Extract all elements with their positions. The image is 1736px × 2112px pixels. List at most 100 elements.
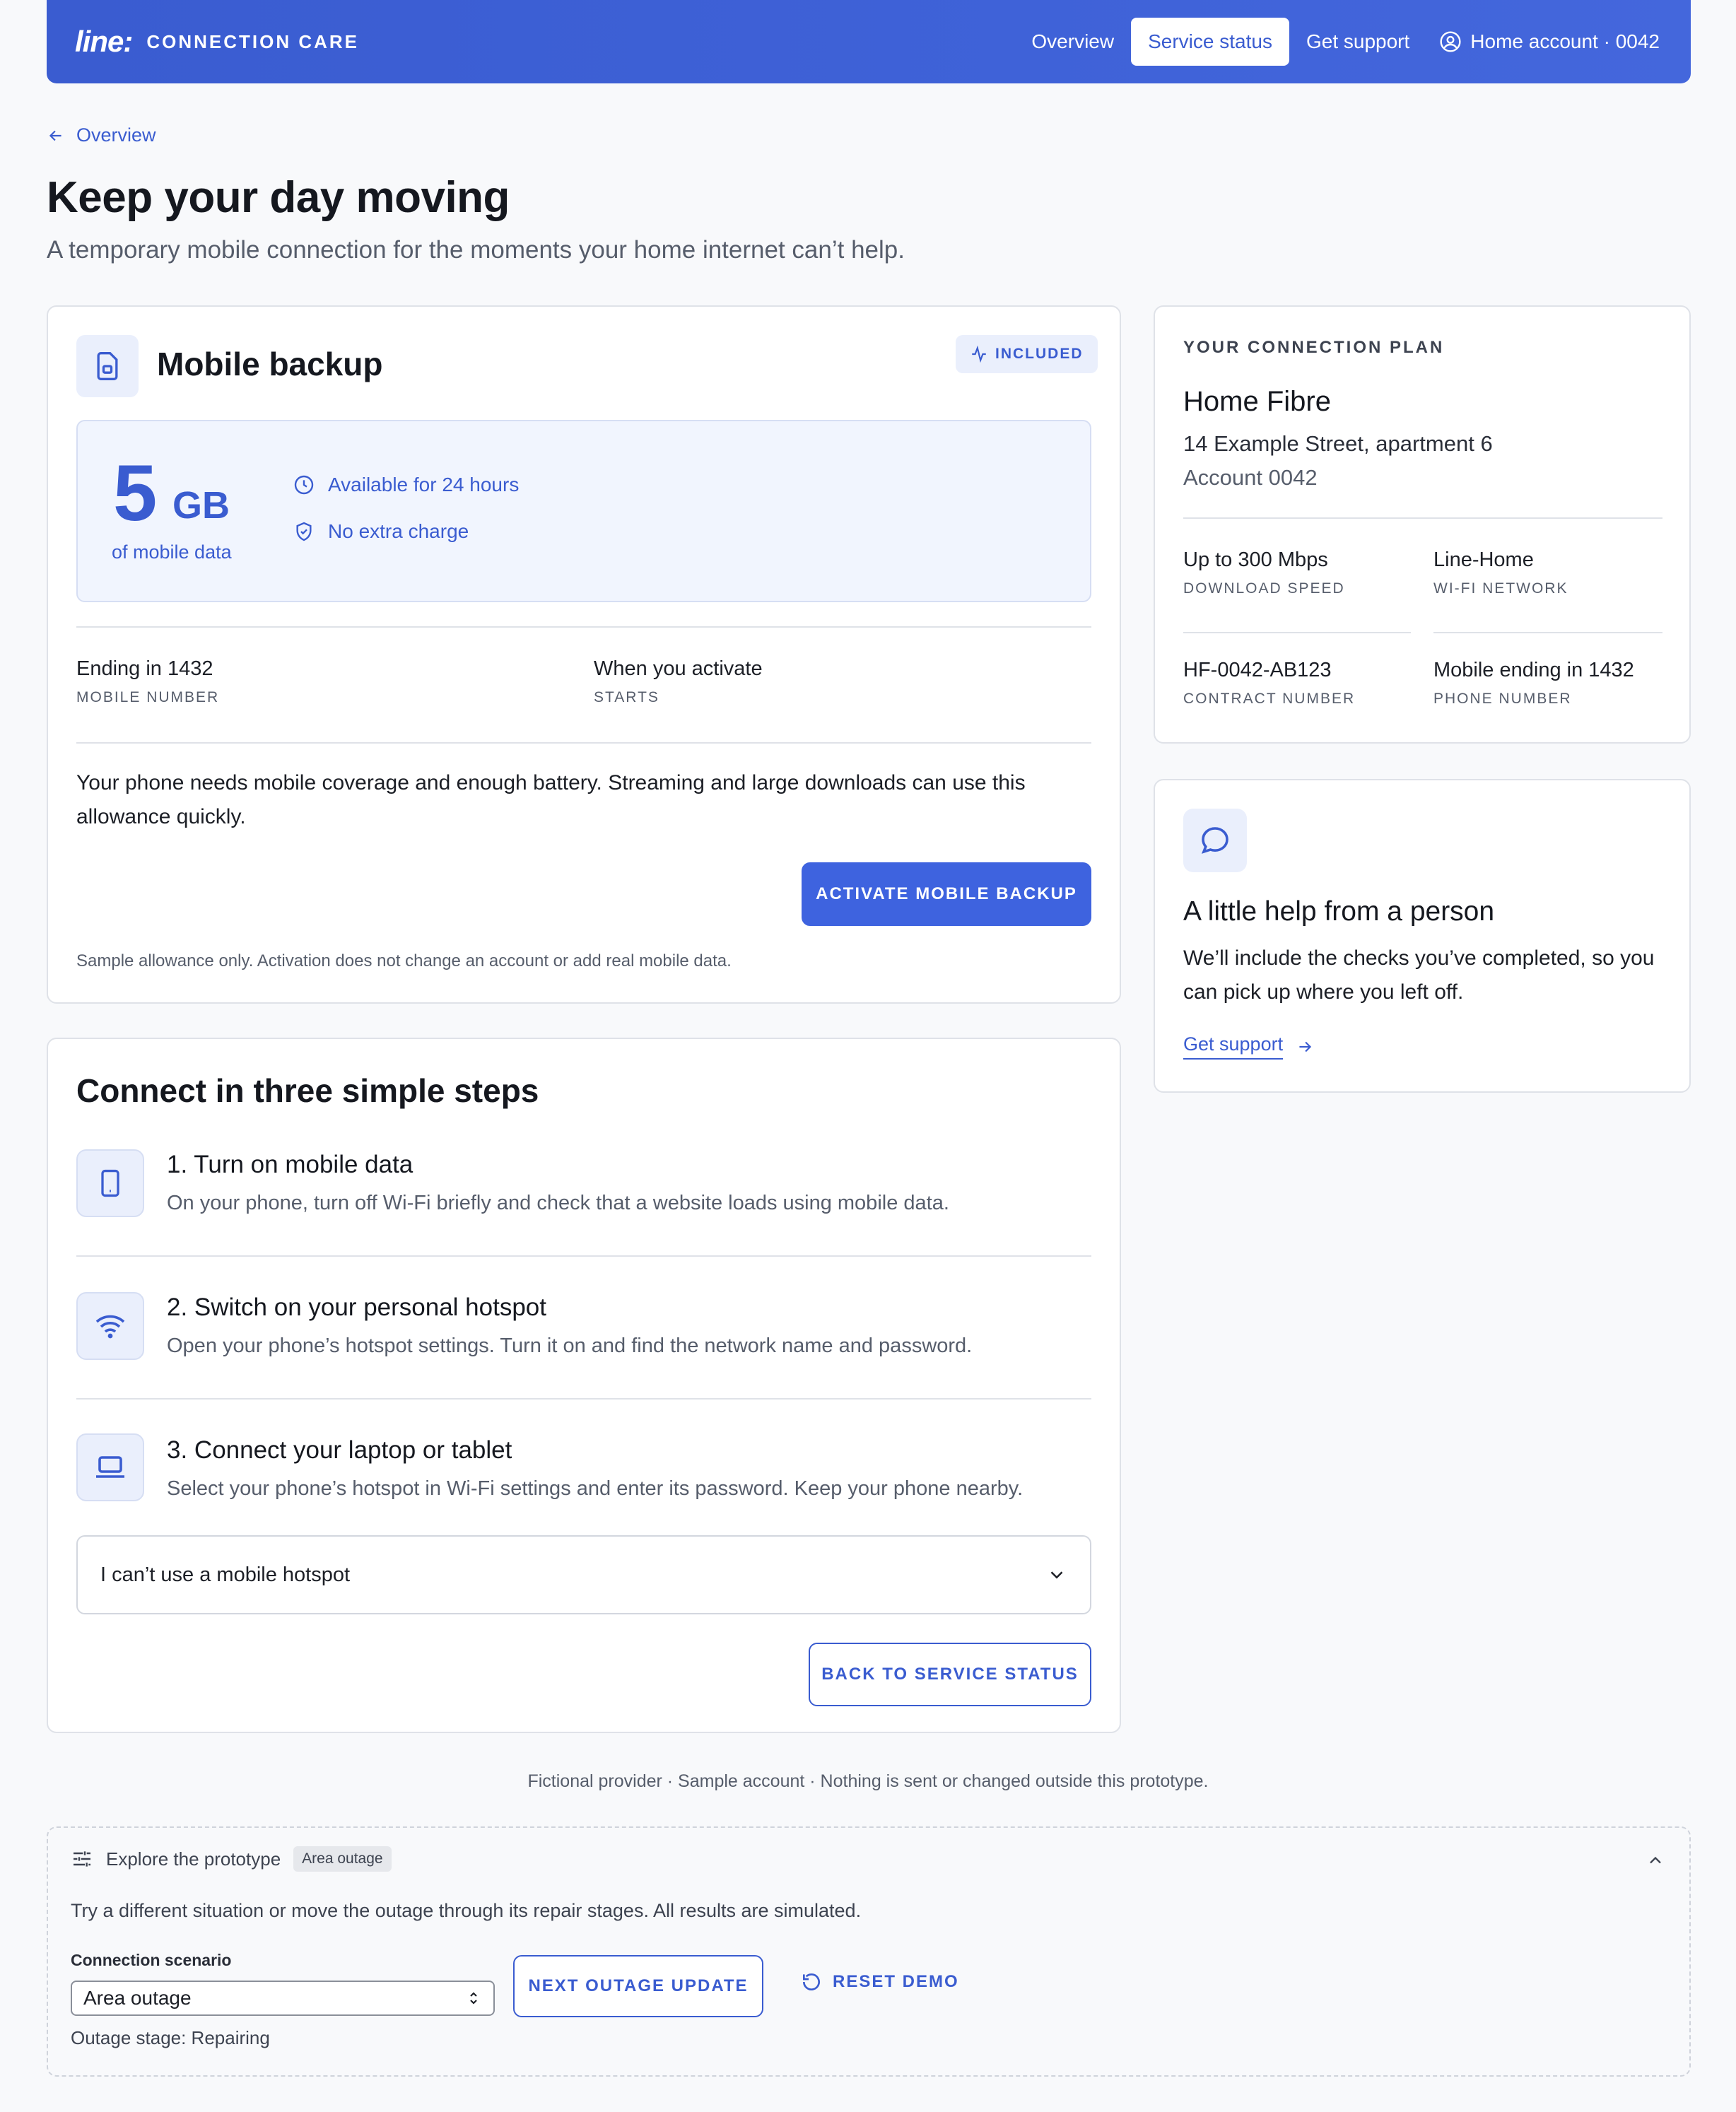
mobile-backup-card: Mobile backup INCLUDED 5 GB of mobile da… <box>47 305 1121 1004</box>
plan-fact-speed: Up to 300 Mbps DOWNLOAD SPEED <box>1183 548 1345 597</box>
updown-chevron-icon <box>470 1992 477 2005</box>
step-description: On your phone, turn off Wi-Fi briefly an… <box>167 1192 949 1214</box>
mobile-backup-title: Mobile backup <box>157 346 383 382</box>
get-support-link[interactable]: Get support <box>1183 1033 1314 1060</box>
page-title: Keep your day moving <box>47 173 510 222</box>
fact-value: Mobile ending in 1432 <box>1433 659 1634 681</box>
fact-label: WI-FI NETWORK <box>1433 580 1568 597</box>
activate-mobile-backup-button[interactable]: ACTIVATE MOBILE BACKUP <box>802 862 1091 926</box>
divider <box>1433 632 1662 633</box>
divider <box>76 1398 1091 1400</box>
fine-print: Sample allowance only. Activation does n… <box>76 951 732 970</box>
plan-eyebrow: YOUR CONNECTION PLAN <box>1183 338 1445 357</box>
divider <box>1183 517 1662 519</box>
sliders-icon <box>74 1851 90 1867</box>
next-outage-update-button[interactable]: NEXT OUTAGE UPDATE <box>513 1955 763 2017</box>
page-subtitle: A temporary mobile connection for the mo… <box>47 236 905 264</box>
steps-card: Connect in three simple steps 1. Turn on… <box>47 1038 1121 1733</box>
allowance-box: 5 GB of mobile data Available for 24 hou… <box>76 420 1091 602</box>
scenario-label: Connection scenario <box>71 1951 232 1969</box>
user-circle-icon <box>1440 31 1461 52</box>
allowance-subtitle: of mobile data <box>112 541 232 563</box>
divider <box>76 1255 1091 1257</box>
scenario-tag: Area outage <box>293 1846 392 1872</box>
help-description: We’ll include the checks you’ve complete… <box>1183 946 1655 1004</box>
allowance-amount: 5 <box>113 449 158 537</box>
shield-check-icon <box>296 522 312 541</box>
step-title: 2. Switch on your personal hotspot <box>167 1293 546 1321</box>
step-title: 3. Connect your laptop or tablet <box>167 1436 512 1464</box>
step-3: 3. Connect your laptop or tablet Select … <box>167 1436 1023 1501</box>
fact-value: Up to 300 Mbps <box>1183 548 1328 571</box>
feature-duration: Available for 24 hours <box>293 474 519 496</box>
no-hotspot-dropdown[interactable]: I can’t use a mobile hotspot <box>76 1535 1091 1614</box>
fact-label: DOWNLOAD SPEED <box>1183 580 1345 597</box>
help-title: A little help from a person <box>1183 896 1495 927</box>
fact-label: CONTRACT NUMBER <box>1183 691 1356 707</box>
plan-fact-contract: HF-0042-AB123 CONTRACT NUMBER <box>1183 659 1355 708</box>
reset-icon <box>803 1973 820 1990</box>
plan-address: 14 Example Street, apartment 6 <box>1183 431 1493 456</box>
brand-subtitle: CONNECTION CARE <box>146 30 360 52</box>
step-description: Select your phone’s hotspot in Wi-Fi set… <box>167 1477 1024 1500</box>
plan-account: Account 0042 <box>1183 465 1318 490</box>
feature-duration-label: Available for 24 hours <box>328 474 520 495</box>
top-header: line: CONNECTION CARE Overview Service s… <box>47 0 1691 83</box>
allowance-unit: GB <box>172 484 230 527</box>
nav-get-support[interactable]: Get support <box>1303 18 1412 66</box>
fact-value: HF-0042-AB123 <box>1183 659 1332 681</box>
divider <box>76 742 1091 744</box>
chevron-up-icon[interactable] <box>1646 1850 1665 1870</box>
prototype-heading: Explore the prototype <box>106 1848 281 1870</box>
plan-fact-wifi: Line-Home WI-FI NETWORK <box>1433 548 1568 597</box>
back-link-label: Overview <box>76 124 156 146</box>
prototype-header[interactable]: Explore the prototype Area outage <box>71 1846 392 1872</box>
nav-account[interactable]: Home account · 0042 <box>1426 18 1662 66</box>
mobile-backup-note: Your phone needs mobile coverage and eno… <box>76 771 1026 828</box>
arrow-right-icon <box>1299 1041 1312 1052</box>
help-card: A little help from a person We’ll includ… <box>1154 779 1691 1093</box>
included-badge: INCLUDED <box>956 335 1098 373</box>
footer-note: Fictional provider · Sample account · No… <box>527 1771 1209 1791</box>
dropdown-label: I can’t use a mobile hotspot <box>100 1563 351 1586</box>
main-nav: Overview Service status Get support Home… <box>1028 18 1662 66</box>
laptop-icon <box>76 1433 144 1501</box>
badge-label: INCLUDED <box>995 346 1084 362</box>
steps-title: Connect in three simple steps <box>76 1072 539 1109</box>
brand-logo[interactable]: line: <box>75 25 133 59</box>
fact-value: Ending in 1432 <box>76 657 213 680</box>
scenario-selected-value: Area outage <box>83 1987 192 2009</box>
reset-demo-label: RESET DEMO <box>833 1972 959 1991</box>
back-link-overview[interactable]: Overview <box>47 124 156 146</box>
fact-mobile-number: Ending in 1432 MOBILE NUMBER <box>76 657 219 706</box>
step-2: 2. Switch on your personal hotspot Open … <box>167 1293 972 1358</box>
wifi-icon <box>76 1292 144 1360</box>
chevron-down-icon <box>1050 1571 1063 1579</box>
reset-demo-button[interactable]: RESET DEMO <box>800 1971 959 1993</box>
fact-value: Line-Home <box>1433 548 1534 571</box>
nav-overview[interactable]: Overview <box>1028 18 1117 66</box>
fact-label: STARTS <box>594 689 659 705</box>
account-label: Home account · 0042 <box>1470 30 1660 52</box>
nav-service-status[interactable]: Service status <box>1131 18 1289 66</box>
feature-cost-label: No extra charge <box>328 520 469 542</box>
feature-cost: No extra charge <box>293 520 469 543</box>
back-to-service-status-button[interactable]: BACK TO SERVICE STATUS <box>809 1643 1091 1706</box>
divider <box>76 626 1091 628</box>
activity-icon <box>972 345 986 363</box>
prototype-description: Try a different situation or move the ou… <box>71 1900 862 1921</box>
arrow-left-icon <box>49 130 61 141</box>
phone-icon <box>76 1149 144 1217</box>
plan-fact-phone: Mobile ending in 1432 PHONE NUMBER <box>1433 659 1634 708</box>
outage-stage: Outage stage: Repairing <box>71 2027 270 2048</box>
scenario-select[interactable]: Area outage <box>71 1981 495 2016</box>
plan-name: Home Fibre <box>1183 386 1331 417</box>
connection-plan-card: YOUR CONNECTION PLAN Home Fibre 14 Examp… <box>1154 305 1691 744</box>
divider <box>1183 632 1411 633</box>
get-support-label: Get support <box>1183 1033 1284 1060</box>
sim-card-icon <box>76 335 139 397</box>
fact-starts: When you activate STARTS <box>594 657 763 706</box>
chat-bubble-icon <box>1183 809 1247 872</box>
fact-label: MOBILE NUMBER <box>76 689 220 705</box>
fact-label: PHONE NUMBER <box>1433 691 1572 707</box>
